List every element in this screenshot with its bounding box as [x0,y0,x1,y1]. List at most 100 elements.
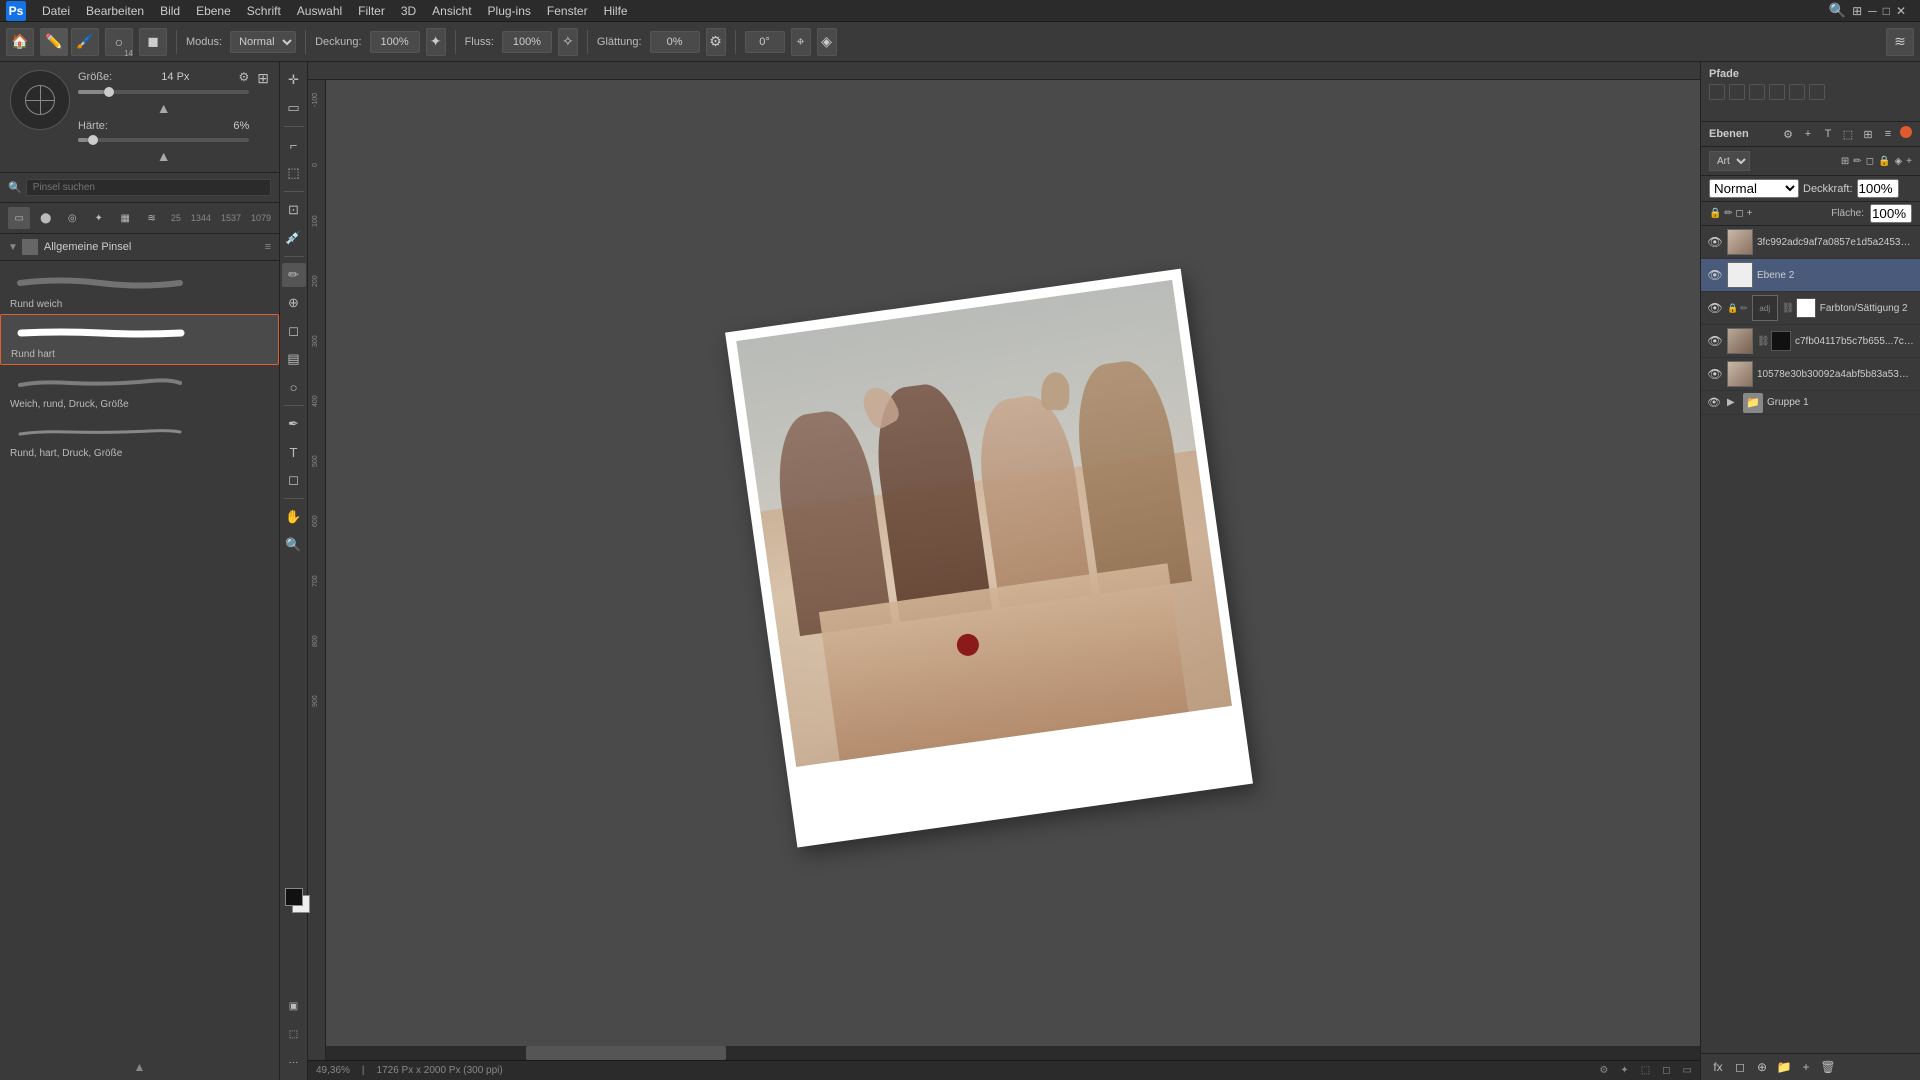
panel-options-icon[interactable]: ≡ [265,241,271,253]
add-adjustment-btn[interactable]: ⊕ [1753,1058,1771,1076]
eyedropper-tool[interactable]: 💉 [282,226,306,250]
layers-icon-3[interactable]: T [1820,126,1836,142]
menu-datei[interactable]: Datei [34,2,78,20]
layer-visibility-5[interactable]: 👁 [1707,366,1723,382]
menu-filter[interactable]: Filter [350,2,393,20]
layer-item-2[interactable]: 👁 Ebene 2 [1701,259,1920,292]
brush-item-rund-hart-druck[interactable]: Rund, hart, Druck, Größe [0,414,279,463]
path-icon-1[interactable] [1709,84,1725,100]
airbrush-btn[interactable]: ✧ [558,28,578,56]
add-layer-btn[interactable]: + [1797,1058,1815,1076]
layer-item-5[interactable]: 👁 10578e30b30092a4abf5b83a539ecdd8_Kopie [1701,358,1920,391]
layer-ctrl-icon-1[interactable]: ⊞ [1841,156,1849,167]
layer-visibility-2[interactable]: 👁 [1707,267,1723,283]
pen-tool[interactable]: ✒ [282,412,306,436]
brush-item-rund-hart[interactable]: Rund hart [0,314,279,365]
brush-type-texture[interactable]: ▦ [114,207,136,229]
menu-plugins[interactable]: Plug-ins [480,2,539,20]
add-style-btn[interactable]: fx [1709,1058,1727,1076]
groesse-slider[interactable] [78,90,249,94]
delete-layer-btn[interactable]: 🗑 [1819,1058,1837,1076]
extra-options-btn[interactable]: ··· [282,1050,306,1074]
brush-type-round[interactable]: ⬤ [34,207,56,229]
layer-group-1[interactable]: 👁 ▶ 📁 Gruppe 1 [1701,391,1920,415]
object-select-tool[interactable]: ⬚ [282,161,306,185]
layer-visibility-3[interactable]: 👁 [1707,300,1723,316]
haerte-slider[interactable] [78,138,249,142]
brush-type-all[interactable]: ▭ [8,207,30,229]
brush-type-round2[interactable]: ◎ [61,207,83,229]
hand-tool[interactable]: ✋ [282,505,306,529]
search-icon[interactable]: 🔍 [1829,2,1846,19]
rotation-input[interactable] [745,31,785,53]
layers-icon-2[interactable]: + [1800,126,1816,142]
brush-search-input[interactable] [26,179,271,196]
brush-tool[interactable]: ✏ [282,263,306,287]
layer-item-3[interactable]: 👁 🔒 ✏ adj ⛓ Farbton/Sättigung 2 [1701,292,1920,325]
group-expand-icon[interactable]: ▶ [1727,397,1739,408]
path-icon-2[interactable] [1729,84,1745,100]
settings-icon[interactable]: ⚙ [239,70,250,84]
layer-item-1[interactable]: 👁 3fc992adc9af7a0857e1d5a245361ec1 [1701,226,1920,259]
add-group-btn[interactable]: 📁 [1775,1058,1793,1076]
layer-item-4[interactable]: 👁 ⛓ c7fb04117b5c7b655...7cb3c97734_Kopie… [1701,325,1920,358]
clone-tool[interactable]: ⊕ [282,291,306,315]
screen-mode-btn[interactable]: ⬚ [282,1022,306,1046]
layer-ctrl-icon-5[interactable]: ◈ [1894,156,1902,167]
glattung-input[interactable] [650,31,700,53]
path-icon-4[interactable] [1769,84,1785,100]
workspace-icon[interactable]: ⊞ [1852,4,1862,18]
blend-mode-dropdown[interactable]: Normal [1709,179,1799,198]
lasso-tool[interactable]: ⌐ [282,133,306,157]
fluss-input[interactable] [502,31,552,53]
modus-dropdown[interactable]: Normal [230,31,296,53]
menu-fenster[interactable]: Fenster [539,2,596,20]
layer-visibility-4[interactable]: 👁 [1707,333,1723,349]
glattung-settings-btn[interactable]: ⚙ [706,28,726,56]
brush-item-rund-weich[interactable]: Rund weich [0,265,279,314]
layer-ctrl-icon-3[interactable]: ◻ [1866,156,1874,167]
layers-panel-menu[interactable]: ≡ [1880,126,1896,142]
path-icon-5[interactable] [1789,84,1805,100]
deckung-input[interactable] [370,31,420,53]
crop-tool[interactable]: ⊡ [282,198,306,222]
tool-btn-2[interactable]: 🖌️ [71,28,99,56]
menu-auswahl[interactable]: Auswahl [289,2,350,20]
horizontal-scrollbar[interactable] [326,1046,1700,1060]
pressure-btn[interactable]: ◈ [817,28,837,56]
add-mask-btn[interactable]: ◻ [1731,1058,1749,1076]
brush-group-header[interactable]: ▼ Allgemeine Pinsel ≡ [0,234,279,261]
gradient-tool[interactable]: ▤ [282,347,306,371]
eraser-tool[interactable]: ◻ [282,319,306,343]
path-icon-6[interactable] [1809,84,1825,100]
layers-icon-4[interactable]: ⬚ [1840,126,1856,142]
home-button[interactable]: 🏠 [6,28,34,56]
layers-icon-5[interactable]: ⊞ [1860,126,1876,142]
layer-visibility-1[interactable]: 👁 [1707,234,1723,250]
window-minimize[interactable]: ─ [1868,4,1877,18]
layer-ctrl-icon-2[interactable]: ✏ [1853,156,1861,167]
brush-type-natural[interactable]: ≋ [140,207,162,229]
brush-tool-btn[interactable]: ✏️ [40,28,68,56]
layer-ctrl-icon-4[interactable]: 🔒 [1878,156,1890,167]
expand-icon[interactable]: ⊞ [257,70,269,87]
layer-ctrl-icon-6[interactable]: + [1906,156,1912,167]
window-maximize[interactable]: □ [1883,4,1890,18]
deckkraft-input[interactable] [1857,179,1899,198]
menu-3d[interactable]: 3D [393,2,424,20]
zoom-tool[interactable]: 🔍 [282,533,306,557]
mask-btn[interactable]: ◼ [139,28,167,56]
brush-type-special[interactable]: ✦ [87,207,109,229]
dodge-tool[interactable]: ○ [282,375,306,399]
group-visibility[interactable]: 👁 [1707,396,1723,409]
rectangle-select-tool[interactable]: ▭ [282,96,306,120]
path-icon-3[interactable] [1749,84,1765,100]
menu-ebene[interactable]: Ebene [188,2,239,20]
menu-schrift[interactable]: Schrift [239,2,289,20]
art-dropdown[interactable]: Art [1709,151,1750,171]
quick-mask-btn[interactable]: ▣ [282,994,306,1018]
foreground-color-swatch[interactable] [285,888,303,906]
menu-bild[interactable]: Bild [152,2,188,20]
text-tool[interactable]: T [282,440,306,464]
move-tool[interactable]: ✛ [282,68,306,92]
